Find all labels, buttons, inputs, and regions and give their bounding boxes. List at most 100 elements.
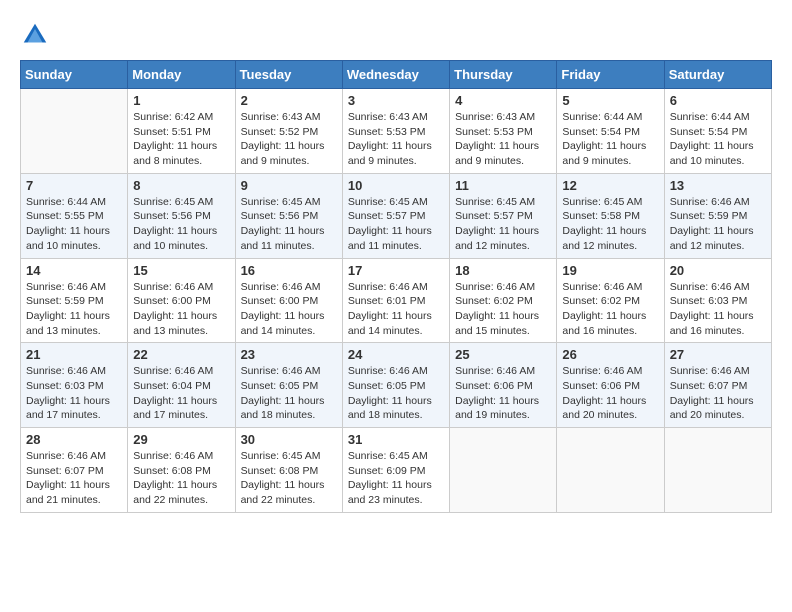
day-number: 14 [26,263,122,278]
day-number: 19 [562,263,658,278]
day-info: Sunrise: 6:43 AM Sunset: 5:53 PM Dayligh… [348,110,444,169]
calendar-cell [557,428,664,513]
calendar-cell: 25 Sunrise: 6:46 AM Sunset: 6:06 PM Dayli… [450,343,557,428]
day-info: Sunrise: 6:46 AM Sunset: 6:05 PM Dayligh… [348,364,444,423]
calendar-cell: 28Sunrise: 6:46 AM Sunset: 6:07 PM Dayli… [21,428,128,513]
calendar-cell: 23 Sunrise: 6:46 AM Sunset: 6:05 PM Dayli… [235,343,342,428]
day-number: 9 [241,178,337,193]
calendar-week-row: 1Sunrise: 6:42 AM Sunset: 5:51 PM Daylig… [21,89,772,174]
day-info: Sunrise: 6:46 AM Sunset: 6:02 PM Dayligh… [455,280,551,339]
day-info: Sunrise: 6:46 AM Sunset: 6:00 PM Dayligh… [133,280,229,339]
calendar-header-monday: Monday [128,61,235,89]
day-info: Sunrise: 6:44 AM Sunset: 5:54 PM Dayligh… [670,110,766,169]
calendar-cell: 26 Sunrise: 6:46 AM Sunset: 6:06 PM Dayli… [557,343,664,428]
day-info: Sunrise: 6:45 AM Sunset: 5:57 PM Dayligh… [455,195,551,254]
calendar-cell: 19Sunrise: 6:46 AM Sunset: 6:02 PM Dayli… [557,258,664,343]
calendar-cell: 27Sunrise: 6:46 AM Sunset: 6:07 PM Dayli… [664,343,771,428]
day-info: Sunrise: 6:46 AM Sunset: 6:07 PM Dayligh… [670,364,766,423]
calendar-cell: 15 Sunrise: 6:46 AM Sunset: 6:00 PM Dayli… [128,258,235,343]
day-number: 2 [241,93,337,108]
calendar-cell: 22 Sunrise: 6:46 AM Sunset: 6:04 PM Dayli… [128,343,235,428]
day-number: 21 [26,347,122,362]
calendar-header-saturday: Saturday [664,61,771,89]
day-number: 8 [133,178,229,193]
day-number: 31 [348,432,444,447]
calendar-cell: 12 Sunrise: 6:45 AM Sunset: 5:58 PM Dayli… [557,173,664,258]
calendar-cell: 24 Sunrise: 6:46 AM Sunset: 6:05 PM Dayli… [342,343,449,428]
day-info: Sunrise: 6:46 AM Sunset: 6:07 PM Dayligh… [26,449,122,508]
day-info: Sunrise: 6:46 AM Sunset: 6:06 PM Dayligh… [562,364,658,423]
calendar-cell: 13 Sunrise: 6:46 AM Sunset: 5:59 PM Dayli… [664,173,771,258]
calendar-cell: 9 Sunrise: 6:45 AM Sunset: 5:56 PM Daylig… [235,173,342,258]
page-header [20,20,772,50]
day-info: Sunrise: 6:46 AM Sunset: 5:59 PM Dayligh… [26,280,122,339]
calendar-cell: 10 Sunrise: 6:45 AM Sunset: 5:57 PM Dayli… [342,173,449,258]
day-info: Sunrise: 6:45 AM Sunset: 5:57 PM Dayligh… [348,195,444,254]
day-number: 4 [455,93,551,108]
day-number: 15 [133,263,229,278]
day-number: 23 [241,347,337,362]
day-info: Sunrise: 6:43 AM Sunset: 5:52 PM Dayligh… [241,110,337,169]
calendar-cell: 21 Sunrise: 6:46 AM Sunset: 6:03 PM Dayli… [21,343,128,428]
day-info: Sunrise: 6:45 AM Sunset: 5:56 PM Dayligh… [241,195,337,254]
calendar-header-sunday: Sunday [21,61,128,89]
day-number: 1 [133,93,229,108]
calendar-cell: 30Sunrise: 6:45 AM Sunset: 6:08 PM Dayli… [235,428,342,513]
calendar-cell: 31 Sunrise: 6:45 AM Sunset: 6:09 PM Dayli… [342,428,449,513]
day-number: 20 [670,263,766,278]
day-info: Sunrise: 6:46 AM Sunset: 6:00 PM Dayligh… [241,280,337,339]
calendar-cell [664,428,771,513]
day-info: Sunrise: 6:46 AM Sunset: 6:04 PM Dayligh… [133,364,229,423]
calendar-cell: 20 Sunrise: 6:46 AM Sunset: 6:03 PM Dayli… [664,258,771,343]
calendar-cell [21,89,128,174]
day-number: 3 [348,93,444,108]
day-number: 17 [348,263,444,278]
calendar-cell: 2 Sunrise: 6:43 AM Sunset: 5:52 PM Daylig… [235,89,342,174]
day-info: Sunrise: 6:46 AM Sunset: 5:59 PM Dayligh… [670,195,766,254]
calendar-cell: 29 Sunrise: 6:46 AM Sunset: 6:08 PM Dayli… [128,428,235,513]
calendar-cell: 5 Sunrise: 6:44 AM Sunset: 5:54 PM Daylig… [557,89,664,174]
calendar-cell: 7Sunrise: 6:44 AM Sunset: 5:55 PM Daylig… [21,173,128,258]
logo [20,20,54,50]
day-number: 18 [455,263,551,278]
day-number: 24 [348,347,444,362]
day-number: 13 [670,178,766,193]
calendar-week-row: 21 Sunrise: 6:46 AM Sunset: 6:03 PM Dayli… [21,343,772,428]
day-number: 5 [562,93,658,108]
day-info: Sunrise: 6:45 AM Sunset: 5:56 PM Dayligh… [133,195,229,254]
calendar-header-row: SundayMondayTuesdayWednesdayThursdayFrid… [21,61,772,89]
day-info: Sunrise: 6:46 AM Sunset: 6:05 PM Dayligh… [241,364,337,423]
day-info: Sunrise: 6:46 AM Sunset: 6:03 PM Dayligh… [670,280,766,339]
calendar-cell: 8 Sunrise: 6:45 AM Sunset: 5:56 PM Daylig… [128,173,235,258]
calendar-week-row: 28Sunrise: 6:46 AM Sunset: 6:07 PM Dayli… [21,428,772,513]
calendar-header-wednesday: Wednesday [342,61,449,89]
calendar-cell: 17 Sunrise: 6:46 AM Sunset: 6:01 PM Dayli… [342,258,449,343]
day-number: 25 [455,347,551,362]
day-info: Sunrise: 6:45 AM Sunset: 6:09 PM Dayligh… [348,449,444,508]
calendar-cell: 16Sunrise: 6:46 AM Sunset: 6:00 PM Dayli… [235,258,342,343]
day-number: 26 [562,347,658,362]
calendar-cell: 11Sunrise: 6:45 AM Sunset: 5:57 PM Dayli… [450,173,557,258]
day-info: Sunrise: 6:46 AM Sunset: 6:03 PM Dayligh… [26,364,122,423]
calendar-cell: 4 Sunrise: 6:43 AM Sunset: 5:53 PM Daylig… [450,89,557,174]
day-number: 29 [133,432,229,447]
day-info: Sunrise: 6:46 AM Sunset: 6:06 PM Dayligh… [455,364,551,423]
day-info: Sunrise: 6:46 AM Sunset: 6:01 PM Dayligh… [348,280,444,339]
calendar-cell: 6 Sunrise: 6:44 AM Sunset: 5:54 PM Daylig… [664,89,771,174]
day-number: 30 [241,432,337,447]
calendar-table: SundayMondayTuesdayWednesdayThursdayFrid… [20,60,772,513]
day-number: 12 [562,178,658,193]
calendar-header-thursday: Thursday [450,61,557,89]
calendar-cell: 14 Sunrise: 6:46 AM Sunset: 5:59 PM Dayli… [21,258,128,343]
calendar-week-row: 7Sunrise: 6:44 AM Sunset: 5:55 PM Daylig… [21,173,772,258]
day-info: Sunrise: 6:46 AM Sunset: 6:08 PM Dayligh… [133,449,229,508]
day-number: 10 [348,178,444,193]
calendar-week-row: 14 Sunrise: 6:46 AM Sunset: 5:59 PM Dayli… [21,258,772,343]
day-number: 22 [133,347,229,362]
day-info: Sunrise: 6:45 AM Sunset: 5:58 PM Dayligh… [562,195,658,254]
day-info: Sunrise: 6:43 AM Sunset: 5:53 PM Dayligh… [455,110,551,169]
day-number: 6 [670,93,766,108]
calendar-cell: 1Sunrise: 6:42 AM Sunset: 5:51 PM Daylig… [128,89,235,174]
day-info: Sunrise: 6:44 AM Sunset: 5:54 PM Dayligh… [562,110,658,169]
calendar-header-tuesday: Tuesday [235,61,342,89]
